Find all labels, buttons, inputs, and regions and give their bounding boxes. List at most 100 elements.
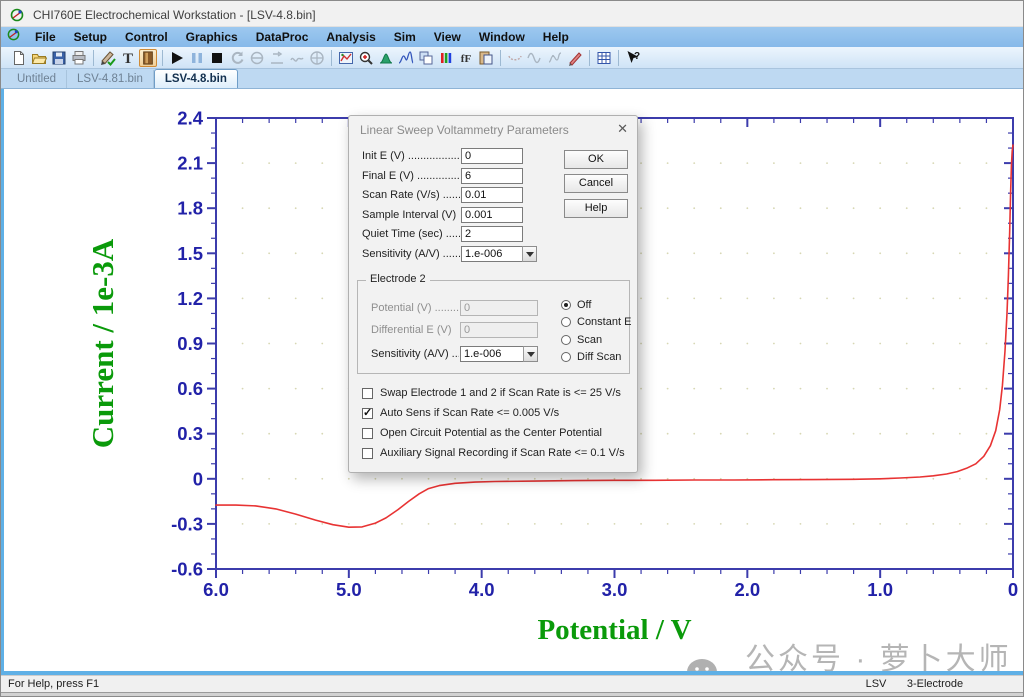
radio-scan[interactable] [561,335,571,345]
pause-icon[interactable] [188,49,206,67]
radio-off-label: Off [577,299,591,311]
tab-untitled[interactable]: Untitled [7,70,67,88]
cancel-button[interactable]: Cancel [564,174,628,193]
zero-current-icon[interactable] [248,49,266,67]
menu-dataproc[interactable]: DataProc [247,28,318,46]
present-data-plot-icon[interactable] [337,49,355,67]
final-e-field[interactable] [461,168,523,184]
baseline-fit-icon[interactable] [506,49,524,67]
checkbox-ocp-center[interactable] [362,428,373,439]
peak-analysis-icon[interactable] [377,49,395,67]
reverse-scan-icon[interactable] [228,49,246,67]
peak-definition-icon[interactable] [397,49,415,67]
svg-text:Potential / V: Potential / V [537,614,691,646]
overlay-plots-icon[interactable] [417,49,435,67]
e2-sensitivity-select[interactable] [460,346,524,362]
checkbox-swap-electrodes-label: Swap Electrode 1 and 2 if Scan Rate is <… [380,387,621,399]
close-icon[interactable]: ✕ [617,121,628,137]
radio-diff-scan-label: Diff Scan [577,351,621,363]
app-window: CHI760E Electrochemical Workstation - [L… [0,0,1024,697]
open-file-icon[interactable] [30,49,48,67]
radio-scan-label: Scan [577,334,602,346]
e2-sensitivity-label: Sensitivity (A/V) ..... [371,348,459,362]
cell-switch-icon[interactable] [308,49,326,67]
menu-setup[interactable]: Setup [65,28,116,46]
svg-text:-0.3: -0.3 [171,513,203,534]
svg-text:2.0: 2.0 [734,579,760,600]
svg-text:-0.6: -0.6 [171,559,203,580]
scan-rate-field[interactable] [461,187,523,203]
e2-differential-label: Differential E (V) [371,324,459,338]
filtering-icon[interactable] [288,49,306,67]
help-button[interactable]: Help [564,199,628,218]
menu-graphics[interactable]: Graphics [177,28,247,46]
pre-conditioning-icon[interactable] [268,49,286,67]
run-icon[interactable] [168,49,186,67]
text-annotation-icon[interactable]: T [119,49,137,67]
tab-lsv-48[interactable]: LSV-4.8.bin [154,69,238,88]
menu-help[interactable]: Help [534,28,578,46]
checkbox-aux-signal-label: Auxiliary Signal Recording if Scan Rate … [380,447,625,459]
save-icon[interactable] [50,49,68,67]
svg-text:1.8: 1.8 [177,198,203,219]
svg-text:fF: fF [461,53,472,65]
ok-button[interactable]: OK [564,150,628,169]
toolbar-separator [162,50,163,66]
copy-data-icon[interactable] [477,49,495,67]
zoom-in-icon[interactable] [357,49,375,67]
e2-potential-label: Potential (V) ................. [371,302,459,316]
annotation-pen-icon[interactable] [566,49,584,67]
e2-sensitivity-dropdown-icon[interactable] [523,346,538,362]
sensitivity-label: Sensitivity (A/V) ................... [362,248,460,262]
document-tab-bar: Untitled LSV-4.81.bin LSV-4.8.bin [1,69,1024,89]
sine-wave-icon[interactable] [526,49,544,67]
technique-icon[interactable] [99,49,117,67]
menu-file[interactable]: File [26,28,65,46]
quiet-time-label: Quiet Time (sec) ................... [362,228,460,242]
radio-constant-e[interactable] [561,317,571,327]
checkbox-aux-signal[interactable] [362,448,373,459]
svg-text:0: 0 [193,468,203,489]
cell-control-icon[interactable] [139,49,157,67]
toolbar-separator [589,50,590,66]
menu-control[interactable]: Control [116,28,177,46]
dialog-title: Linear Sweep Voltammetry Parameters [360,123,569,137]
title-bar: CHI760E Electrochemical Workstation - [L… [1,1,1024,27]
svg-text:4.0: 4.0 [469,579,495,600]
svg-text:5.0: 5.0 [336,579,362,600]
menu-analysis[interactable]: Analysis [317,28,384,46]
context-help-icon[interactable]: ? [624,49,642,67]
menu-sim[interactable]: Sim [385,28,425,46]
color-legend-icon[interactable] [437,49,455,67]
svg-text:?: ? [634,51,640,62]
window-title: CHI760E Electrochemical Workstation - [L… [33,8,316,22]
sensitivity-dropdown-icon[interactable] [522,246,537,262]
peak-marker-icon[interactable] [546,49,564,67]
checkbox-auto-sens[interactable] [362,408,373,419]
status-bar: For Help, press F1 LSV 3-Electrode [1,675,1024,692]
new-file-icon[interactable] [10,49,28,67]
menu-window[interactable]: Window [470,28,534,46]
chi-document-icon[interactable] [7,28,20,46]
svg-text:T: T [123,51,133,66]
print-icon[interactable] [70,49,88,67]
tab-lsv-481[interactable]: LSV-4.81.bin [67,70,154,88]
init-e-field[interactable] [461,148,523,164]
svg-text:3.0: 3.0 [602,579,628,600]
radio-off[interactable] [561,300,571,310]
data-listing-icon[interactable] [595,49,613,67]
mdi-frame-left [1,89,4,675]
toolbar-separator [618,50,619,66]
checkbox-swap-electrodes[interactable] [362,388,373,399]
sensitivity-select[interactable] [461,246,523,262]
svg-text:0.6: 0.6 [177,378,203,399]
stop-icon[interactable] [208,49,226,67]
font-size-icon[interactable]: fF [457,49,475,67]
sample-interval-field[interactable] [461,207,523,223]
svg-text:0: 0 [1008,579,1018,600]
quiet-time-field[interactable] [461,226,523,242]
radio-diff-scan[interactable] [561,352,571,362]
menu-view[interactable]: View [425,28,470,46]
chart-area: 6.05.04.03.02.01.002.42.11.81.51.20.90.6… [1,89,1024,671]
svg-text:1.5: 1.5 [177,243,203,264]
